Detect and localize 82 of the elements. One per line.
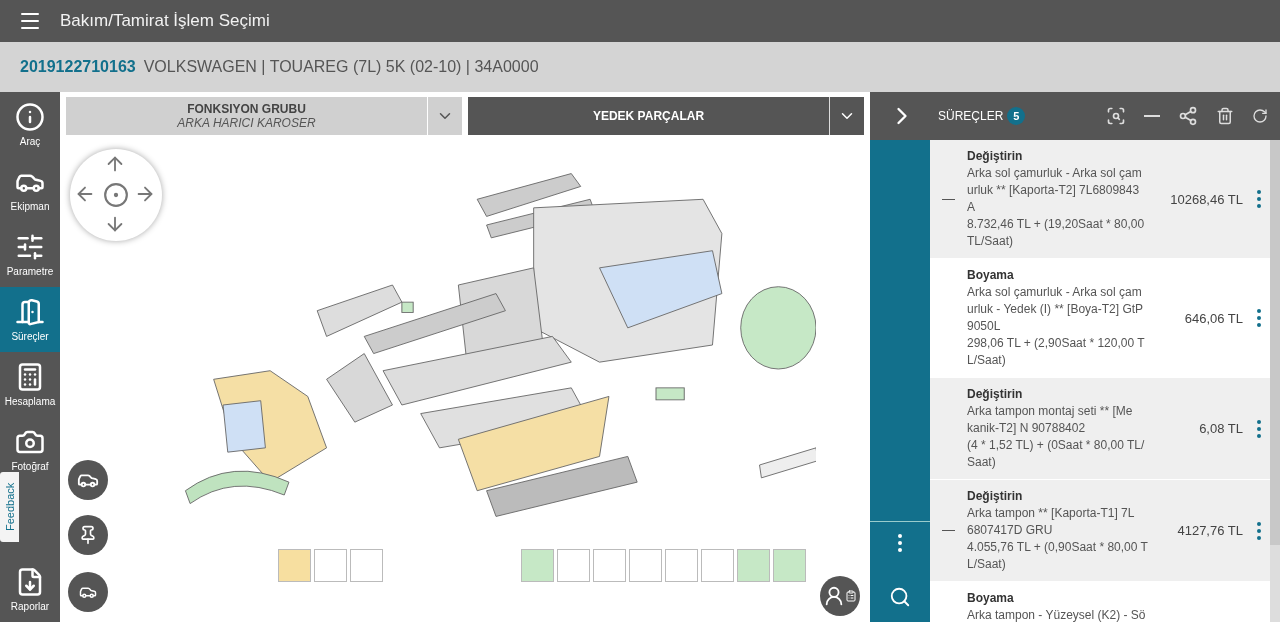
count-badge: 5 <box>1007 107 1026 125</box>
part-thumbnail[interactable] <box>773 549 806 582</box>
process-type: Boyama <box>967 267 1015 284</box>
sidebar-label: Ekipman <box>10 201 50 212</box>
part-thumbnail[interactable] <box>278 549 311 582</box>
minus-icon <box>1144 115 1160 117</box>
process-price: 10268,46 TL <box>1169 191 1243 207</box>
compare-cars-button[interactable] <box>68 572 108 612</box>
spare-parts-dropdown[interactable]: YEDEK PARÇALAR <box>468 97 864 135</box>
search-icon <box>889 586 911 608</box>
process-price: 6,08 TL <box>1198 421 1243 436</box>
dropdown-title: YEDEK PARÇALAR <box>592 109 705 123</box>
sidebar-label: Araç <box>19 136 41 147</box>
feedback-tab[interactable]: Feedback <box>0 472 19 542</box>
user-clipboard-button[interactable] <box>820 576 860 616</box>
process-description: Arka sol çamurluk - Arka sol çam urluk ** [Kaporta-T2] 7L6809843 A 8.732,46 TL + (19,20Saat * 80,00 TL/Saat) <box>967 165 1146 250</box>
sidebar-item[interactable]: Hesaplama <box>0 352 60 417</box>
process-type: Değiştirin <box>967 488 1024 505</box>
page-title: Bakım/Tamirat İşlem Seçimi <box>60 11 270 31</box>
dropdown-value: ARKA HARICI KAROSER <box>177 116 316 130</box>
center-icon[interactable] <box>103 182 129 208</box>
process-type: Değiştirin <box>967 148 1024 165</box>
function-group-dropdown[interactable]: FONKSIYON GRUBU ARKA HARICI KAROSER <box>66 97 462 135</box>
process-type: Değiştirin <box>967 386 1024 403</box>
sidebar-item[interactable]: Araç <box>0 92 60 157</box>
process-description: Arka tampon ** [Kaporta-T1] 7L 6807417D GRU 4.055,76 TL + (0,90Saat * 80,00 T L/Saat) <box>967 505 1149 573</box>
panel-title: SÜREÇLER <box>938 109 1004 123</box>
search-button[interactable] <box>889 586 911 608</box>
sliders-icon <box>15 232 45 262</box>
car-door-icon <box>15 297 45 327</box>
trash-icon <box>1216 107 1234 125</box>
sidebar-item[interactable]: Raporlar <box>0 557 60 622</box>
scrollbar[interactable] <box>1270 140 1280 622</box>
sidebar-label: Süreçler <box>11 331 49 342</box>
car-view-button[interactable] <box>68 460 108 500</box>
part-thumbnail[interactable] <box>314 549 347 582</box>
sidebar-label: Fotoğraf <box>11 461 49 472</box>
process-description: Arka tampon montaj seti ** [Me kanik-T2] N 90788402 (4 * 1,52 TL) + (0Saat * 80,00 TL/ Saat) <box>967 403 1146 471</box>
sidebar-label: Hesaplama <box>4 396 56 407</box>
kebab-icon <box>1257 419 1261 438</box>
process-price: 646,06 TL <box>1183 310 1243 326</box>
user-icon <box>823 585 845 607</box>
kebab-icon <box>1257 190 1261 208</box>
kebab-icon <box>1257 521 1261 540</box>
info-icon <box>15 102 45 132</box>
vehicle-description: VOLKSWAGEN | TOUAREG (7L) 5K (02-10) | 34A0000 <box>143 58 539 76</box>
search-icon <box>1106 106 1126 126</box>
share-icon <box>1178 106 1198 126</box>
sidebar-label: Raporlar <box>10 601 50 612</box>
process-row[interactable]: Değiştirin Arka tampon montaj seti ** [Me kanik-T2] N 90788402 (4 * 1,52 TL) + (0Saat * 80,00 TL/ Saat) 6,08 TL <box>930 378 1270 480</box>
sidebar-label: Parametre <box>6 266 54 277</box>
process-type: Boyama <box>967 590 1015 607</box>
sidebar-item[interactable]: Ekipman <box>0 157 60 222</box>
pin-icon <box>78 525 98 545</box>
part-thumbnail[interactable] <box>665 549 698 582</box>
part-thumbnail[interactable] <box>701 549 734 582</box>
part-thumbnail[interactable] <box>629 549 662 582</box>
kebab-icon <box>898 534 902 552</box>
process-row[interactable]: Değiştirin Arka sol çamurluk - Arka sol çam urluk ** [Kaporta-T2] 7L6809843 A 8.732,46 TL + (19,20Saat * 80,00 TL/Saat) 10268,46 TL <box>930 140 1270 259</box>
more-button[interactable] <box>1257 309 1261 327</box>
process-price: 4127,76 TL <box>1176 523 1243 538</box>
more-button[interactable] <box>1257 521 1261 540</box>
process-description: Arka tampon - Yüzeysel (K2) - Sö <box>967 607 1147 622</box>
more-button[interactable] <box>1257 190 1261 208</box>
navigation-pad[interactable] <box>70 149 162 241</box>
sidebar-item[interactable]: Süreçler <box>0 287 60 352</box>
more-button[interactable] <box>1257 419 1261 438</box>
part-thumbnail[interactable] <box>350 549 383 582</box>
part-thumbnail[interactable] <box>593 549 626 582</box>
process-row[interactable]: Değiştirin Arka tampon ** [Kaporta-T1] 7L 6807417D GRU 4.055,76 TL + (0,90Saat * 80,00 T L/Saat) 4127,76 TL <box>930 480 1270 582</box>
clipboard-icon <box>845 590 857 602</box>
sidebar-item[interactable]: Parametre <box>0 222 60 287</box>
vehicle-id: 2019122710163 <box>20 58 136 76</box>
process-description: Arka sol çamurluk - Arka sol çam urluk - Yedek (I) ** [Boya-T2] GtP 9050L 298,06 TL + (2,90Saat * 120,00 T L/Saat) <box>967 284 1146 369</box>
kebab-icon <box>1257 309 1261 327</box>
part-thumbnail[interactable] <box>521 549 554 582</box>
refresh-icon <box>1252 108 1268 124</box>
part-thumbnail[interactable] <box>557 549 590 582</box>
pin-button[interactable] <box>68 515 108 555</box>
more-button[interactable] <box>898 534 902 552</box>
part-thumbnail[interactable] <box>737 549 770 582</box>
dropdown-title: FONKSIYON GRUBU <box>187 102 306 116</box>
